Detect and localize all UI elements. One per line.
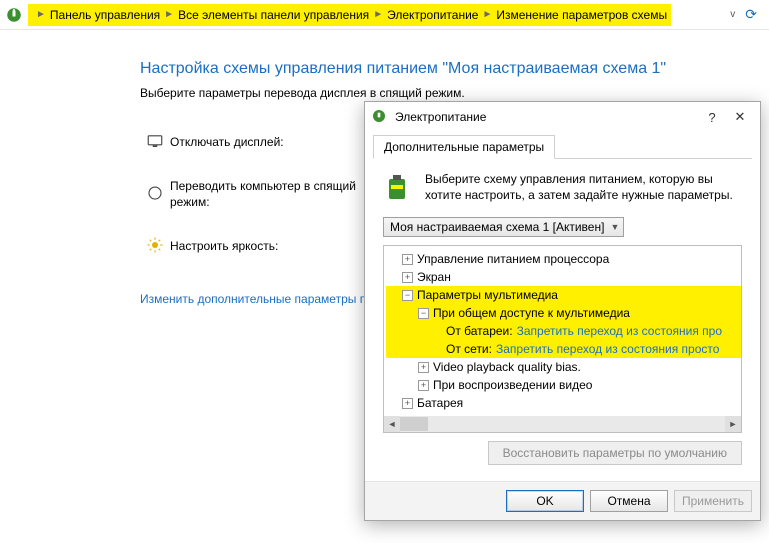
scroll-thumb[interactable] bbox=[400, 417, 428, 431]
expand-icon[interactable] bbox=[402, 272, 413, 283]
tree-item-battery[interactable]: Батарея bbox=[386, 394, 741, 412]
scheme-selector[interactable]: Моя настраиваемая схема 1 [Активен] ▼ bbox=[383, 217, 624, 237]
chevron-down-icon: ▼ bbox=[610, 222, 619, 232]
breadcrumb-item[interactable]: Все элементы панели управления bbox=[178, 8, 369, 22]
chevron-right-icon: ► bbox=[482, 9, 492, 20]
scroll-right-icon[interactable]: ► bbox=[725, 416, 741, 432]
collapse-icon[interactable] bbox=[402, 290, 413, 301]
breadcrumb-item[interactable]: Изменение параметров схемы bbox=[496, 8, 667, 22]
dialog-titlebar: Электропитание ? ✕ bbox=[365, 102, 760, 132]
expand-icon[interactable] bbox=[402, 254, 413, 265]
restore-defaults-button[interactable]: Восстановить параметры по умолчанию bbox=[488, 441, 742, 465]
setting-label: Настроить яркость: bbox=[170, 238, 278, 254]
battery-icon bbox=[383, 171, 415, 203]
power-plan-icon bbox=[4, 5, 24, 25]
chevron-right-icon: ► bbox=[373, 9, 383, 20]
close-button[interactable]: ✕ bbox=[726, 106, 754, 128]
sun-icon bbox=[146, 236, 164, 257]
moon-icon bbox=[146, 184, 164, 205]
expand-icon[interactable] bbox=[418, 362, 429, 373]
chevron-right-icon: ► bbox=[36, 9, 46, 20]
apply-button[interactable]: Применить bbox=[674, 490, 752, 512]
breadcrumb-item[interactable]: Электропитание bbox=[387, 8, 478, 22]
tree-item-screen[interactable]: Экран bbox=[386, 268, 741, 286]
scroll-left-icon[interactable]: ◄ bbox=[384, 416, 400, 432]
breadcrumb-item[interactable]: Панель управления bbox=[50, 8, 160, 22]
tree-item-multimedia[interactable]: Параметры мультимедиа bbox=[386, 286, 741, 304]
expand-icon[interactable] bbox=[418, 380, 429, 391]
expand-icon[interactable] bbox=[402, 398, 413, 409]
tree-item-on-battery[interactable]: От батареи:Запретить переход из состояни… bbox=[386, 322, 741, 340]
collapse-icon[interactable] bbox=[418, 308, 429, 319]
tree-item-video-bias[interactable]: Video playback quality bias. bbox=[386, 358, 741, 376]
help-button[interactable]: ? bbox=[698, 106, 726, 128]
page-title: Настройка схемы управления питанием "Моя… bbox=[140, 60, 769, 78]
tree-item-cpu[interactable]: Управление питанием процессора bbox=[386, 250, 741, 268]
settings-tree[interactable]: Управление питанием процессора Экран Пар… bbox=[383, 245, 742, 433]
dialog-buttons: OK Отмена Применить bbox=[365, 481, 760, 520]
chevron-down-icon[interactable]: v bbox=[730, 9, 735, 20]
display-icon bbox=[146, 132, 164, 153]
dialog-title: Электропитание bbox=[395, 110, 486, 124]
tree-item-multimedia-share[interactable]: При общем доступе к мультимедиа bbox=[386, 304, 741, 322]
breadcrumb-path[interactable]: ► Панель управления ► Все элементы панел… bbox=[28, 4, 671, 26]
ok-button[interactable]: OK bbox=[506, 490, 584, 512]
chevron-right-icon: ► bbox=[164, 9, 174, 20]
scheme-selected: Моя настраиваемая схема 1 [Активен] bbox=[390, 220, 604, 234]
breadcrumb: ► Панель управления ► Все элементы панел… bbox=[0, 0, 769, 30]
cancel-button[interactable]: Отмена bbox=[590, 490, 668, 512]
tree-item-video-playback[interactable]: При воспроизведении видео bbox=[386, 376, 741, 394]
tree-item-on-ac[interactable]: От сети:Запретить переход из состояния п… bbox=[386, 340, 741, 358]
power-plan-icon bbox=[371, 108, 389, 126]
horizontal-scrollbar[interactable]: ◄ ► bbox=[384, 416, 741, 432]
dialog-intro: Выберите схему управления питанием, кото… bbox=[425, 171, 742, 203]
tab-advanced[interactable]: Дополнительные параметры bbox=[373, 135, 555, 159]
power-options-dialog: Электропитание ? ✕ Дополнительные параме… bbox=[364, 101, 761, 521]
setting-label: Переводить компьютер в спящий режим: bbox=[170, 178, 360, 210]
tab-strip: Дополнительные параметры bbox=[373, 134, 752, 159]
refresh-icon[interactable]: ⟳ bbox=[745, 6, 757, 23]
advanced-settings-link[interactable]: Изменить дополнительные параметры п bbox=[140, 292, 366, 306]
setting-label: Отключать дисплей: bbox=[170, 134, 284, 150]
page-subtitle: Выберите параметры перевода дисплея в сп… bbox=[140, 86, 769, 100]
